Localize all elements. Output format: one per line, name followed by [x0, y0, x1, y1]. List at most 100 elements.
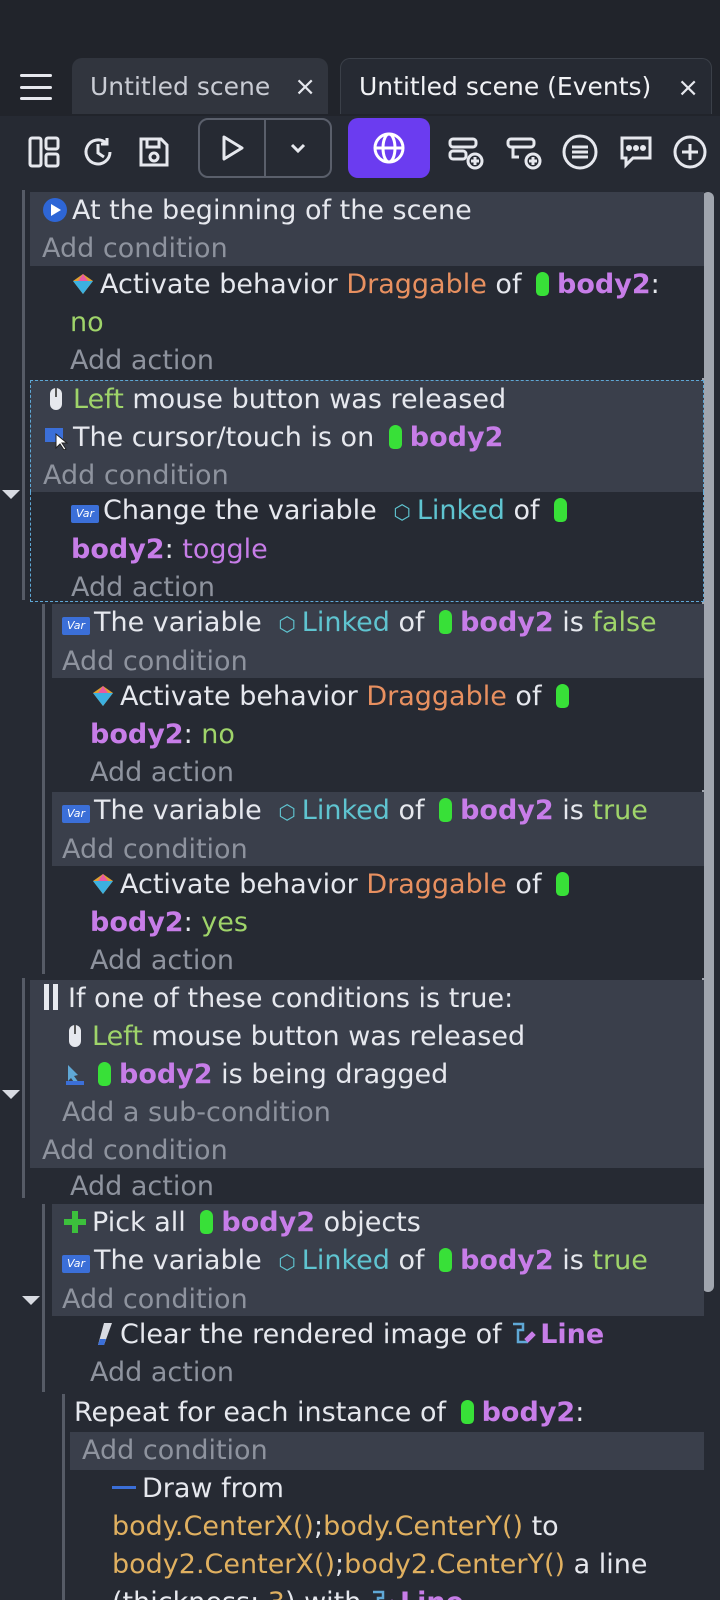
- tab-label: Untitled scene: [90, 71, 271, 101]
- collapse-arrow-icon[interactable]: [22, 1296, 40, 1305]
- condition-line[interactable]: Left mouse button was released: [43, 381, 703, 419]
- event-2-actions[interactable]: Var Change the variable ⬡ Linked of body2:…: [30, 492, 704, 603]
- condition-line[interactable]: Var The variable ⬡ Linked of body2 is fals…: [62, 604, 704, 643]
- event-6-conditions[interactable]: Pick all body2 objects Var The variable ⬡…: [52, 1204, 704, 1316]
- add-condition-button[interactable]: Add condition: [42, 230, 704, 268]
- object-icon: [200, 1210, 214, 1234]
- tab-label: Untitled scene (Events): [359, 72, 652, 101]
- add-action-button[interactable]: Add action: [90, 1354, 704, 1392]
- action-line[interactable]: Activate behavior Draggable of body2:: [70, 266, 704, 304]
- action-line[interactable]: Activate behavior Draggable of: [90, 866, 704, 904]
- tab-untitled-scene-events[interactable]: Untitled scene (Events) ×: [340, 58, 712, 114]
- object-icon: [556, 872, 570, 896]
- object-icon: [460, 1400, 474, 1424]
- mouse-icon: [62, 1022, 88, 1048]
- add-condition-button[interactable]: Add condition: [43, 457, 703, 495]
- tab-untitled-scene[interactable]: Untitled scene ×: [72, 58, 328, 114]
- object-icon: [439, 1248, 453, 1272]
- action-line[interactable]: Var Change the variable ⬡ Linked of: [71, 492, 703, 531]
- chevron-down-icon[interactable]: [264, 120, 330, 176]
- condition-line[interactable]: At the beginning of the scene: [42, 192, 704, 230]
- event-5-conditions[interactable]: If one of these conditions is true: Left…: [30, 980, 704, 1168]
- add-action-button[interactable]: Add action: [71, 569, 703, 607]
- event-3-conditions[interactable]: Var The variable ⬡ Linked of body2 is fals…: [52, 604, 704, 678]
- event-1-conditions[interactable]: At the beginning of the scene Add condit…: [30, 192, 704, 266]
- line-object-icon: [370, 1588, 396, 1600]
- play-icon[interactable]: [200, 120, 264, 176]
- add-action-button[interactable]: Add action: [90, 942, 704, 980]
- add-condition-button[interactable]: Add condition: [82, 1432, 704, 1470]
- collapse-arrow-icon[interactable]: [2, 1090, 20, 1099]
- collapse-arrow-icon[interactable]: [2, 490, 20, 499]
- object-icon: [439, 798, 453, 822]
- eraser-icon: [90, 1320, 116, 1346]
- tree-line: [22, 190, 25, 600]
- action-line[interactable]: Draw from: [112, 1470, 704, 1508]
- mouse-icon: [43, 385, 69, 411]
- sub-condition-line[interactable]: body2 is being dragged: [44, 1056, 704, 1094]
- add-condition-button[interactable]: Add condition: [62, 831, 704, 869]
- event-7-conditions[interactable]: Add condition: [70, 1432, 704, 1470]
- event-6-actions[interactable]: Clear the rendered image of Line Add act…: [78, 1316, 704, 1392]
- add-action-button[interactable]: Add action: [70, 1168, 704, 1206]
- preview-button-group: [198, 118, 332, 178]
- object-icon: [554, 498, 568, 522]
- condition-line[interactable]: The cursor/touch is on body2: [43, 419, 703, 457]
- variable-icon: Var: [62, 617, 90, 635]
- object-icon: [536, 272, 550, 296]
- condition-line[interactable]: Var The variable ⬡ Linked of body2 is true: [62, 792, 704, 831]
- save-icon[interactable]: [134, 132, 174, 172]
- add-condition-button[interactable]: Add condition: [42, 1132, 704, 1170]
- or-condition[interactable]: If one of these conditions is true:: [44, 980, 704, 1018]
- event-1-actions[interactable]: Activate behavior Draggable of body2: no…: [56, 266, 704, 378]
- event-2-conditions[interactable]: Left mouse button was released The curso…: [30, 380, 704, 492]
- variable-cube-icon: ⬡: [393, 500, 411, 524]
- sub-condition-line[interactable]: Left mouse button was released: [44, 1018, 704, 1056]
- close-icon[interactable]: ×: [677, 73, 699, 103]
- plus-icon: [62, 1208, 88, 1234]
- behavior-icon: [90, 870, 116, 896]
- object-icon: [439, 610, 453, 634]
- close-icon[interactable]: ×: [294, 72, 316, 102]
- tree-line: [42, 1204, 45, 1392]
- action-line[interactable]: Clear the rendered image of Line: [90, 1316, 704, 1354]
- variable-cube-icon: ⬡: [278, 800, 296, 824]
- globe-icon[interactable]: [348, 118, 430, 178]
- add-subevent-icon[interactable]: [504, 132, 544, 172]
- event-4-conditions[interactable]: Var The variable ⬡ Linked of body2 is true…: [52, 792, 704, 866]
- event-4-actions[interactable]: Activate behavior Draggable of body2: ye…: [78, 866, 704, 978]
- variable-icon: Var: [62, 1255, 90, 1273]
- condition-line[interactable]: Var The variable ⬡ Linked of body2 is true: [62, 1242, 704, 1281]
- layout-icon[interactable]: [24, 132, 64, 172]
- add-event-icon[interactable]: [446, 132, 486, 172]
- add-condition-button[interactable]: Add condition: [62, 643, 704, 681]
- repeat-line[interactable]: Repeat for each instance of body2:: [74, 1394, 704, 1432]
- add-action-button[interactable]: Add action: [70, 342, 704, 380]
- object-icon: [388, 425, 402, 449]
- variable-icon: Var: [71, 505, 99, 523]
- event-7-repeat-header[interactable]: Repeat for each instance of body2:: [70, 1394, 704, 1432]
- event-5-actions[interactable]: Add action: [56, 1168, 704, 1204]
- add-action-button[interactable]: Add action: [90, 754, 704, 792]
- add-group-icon[interactable]: [560, 132, 600, 172]
- object-icon: [98, 1062, 111, 1086]
- behavior-icon: [70, 270, 96, 296]
- event-7-actions[interactable]: Draw from body.CenterX();body.CenterY() …: [98, 1470, 704, 1600]
- or-icon: [44, 984, 49, 1010]
- scene-start-icon: [42, 196, 68, 222]
- history-icon[interactable]: [78, 132, 118, 172]
- event-3-actions[interactable]: Activate behavior Draggable of body2: no…: [78, 678, 704, 790]
- menu-icon[interactable]: [14, 70, 58, 104]
- add-sub-condition-button[interactable]: Add a sub-condition: [44, 1094, 704, 1132]
- variable-cube-icon: ⬡: [278, 1250, 296, 1274]
- add-more-icon[interactable]: [670, 132, 710, 172]
- status-bar: [0, 0, 720, 56]
- draw-line-icon: [112, 1486, 136, 1489]
- behavior-icon: [90, 682, 116, 708]
- condition-line[interactable]: Pick all body2 objects: [62, 1204, 704, 1242]
- variable-icon: Var: [62, 805, 90, 823]
- add-comment-icon[interactable]: [616, 132, 656, 172]
- drag-icon: [62, 1060, 88, 1086]
- action-line[interactable]: Activate behavior Draggable of: [90, 678, 704, 716]
- add-condition-button[interactable]: Add condition: [62, 1281, 704, 1319]
